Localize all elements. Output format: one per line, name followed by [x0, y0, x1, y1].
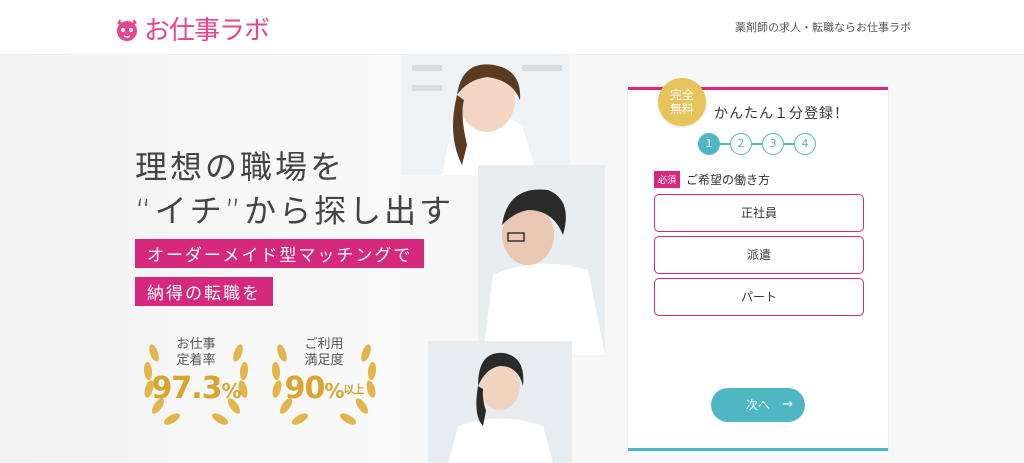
next-button[interactable]: 次へ →	[711, 388, 805, 422]
next-label: 次へ	[745, 398, 770, 412]
option-parttime[interactable]: パート	[654, 278, 864, 316]
headline-line2: “イチ”から探し出す	[135, 192, 455, 230]
registration-form: 完全 無料 かんたん１分登録！ 1 2 3 4 必須 ご希望の働き方 正社員 派…	[628, 78, 888, 451]
pharmacist-photo-3	[428, 341, 572, 463]
arrow-right-icon: →	[782, 397, 793, 412]
hero-subcopy-1: オーダーメイド型マッチングで	[135, 239, 425, 268]
tagline: 薬剤師の求人・転職ならお仕事ラボ	[735, 21, 911, 34]
step-2: 2	[730, 133, 752, 155]
badge2-suffix: 以上	[343, 383, 364, 396]
badge2-unit: %	[324, 379, 344, 403]
option-fulltime[interactable]: 正社員	[654, 194, 864, 232]
free-badge: 完全 無料	[658, 78, 706, 126]
hero-subcopy-2: 納得の転職を	[135, 277, 273, 306]
badge2-value: 90	[284, 371, 326, 406]
badge2-label2: 満足度	[304, 353, 344, 368]
step-1: 1	[698, 133, 720, 155]
pharmacist-photo-2	[478, 165, 605, 355]
logo[interactable]: お仕事ラボ	[112, 10, 270, 47]
question-label: ご希望の働き方	[686, 173, 771, 187]
option-dispatch[interactable]: 派遣	[654, 236, 864, 274]
form-title: かんたん１分登録！	[714, 106, 849, 122]
step-4: 4	[794, 133, 816, 155]
mascot-icon	[117, 18, 137, 41]
step-indicator: 1 2 3 4	[698, 133, 816, 155]
badge1-unit: %	[221, 379, 241, 403]
badge2-label1: ご利用	[304, 337, 344, 352]
pharmacist-photo-1	[402, 55, 570, 175]
retention-badge: お仕事 定着率 97.3%	[136, 323, 256, 438]
hero-section: 理想の職場を “イチ”から探し出す オーダーメイド型マッチングで 納得の転職を …	[0, 55, 1024, 463]
logo-text: お仕事ラボ	[144, 16, 270, 46]
step-3: 3	[762, 133, 784, 155]
badge1-label2: 定着率	[176, 353, 216, 368]
required-tag: 必須	[654, 171, 681, 188]
satisfaction-badge: ご利用 満足度 90%以上	[264, 323, 384, 438]
badge1-value: 97.3	[151, 371, 222, 406]
badge1-label1: お仕事	[176, 337, 216, 352]
question-row: 必須 ご希望の働き方	[654, 171, 770, 188]
header: お仕事ラボ 薬剤師の求人・転職ならお仕事ラボ	[0, 0, 1024, 55]
